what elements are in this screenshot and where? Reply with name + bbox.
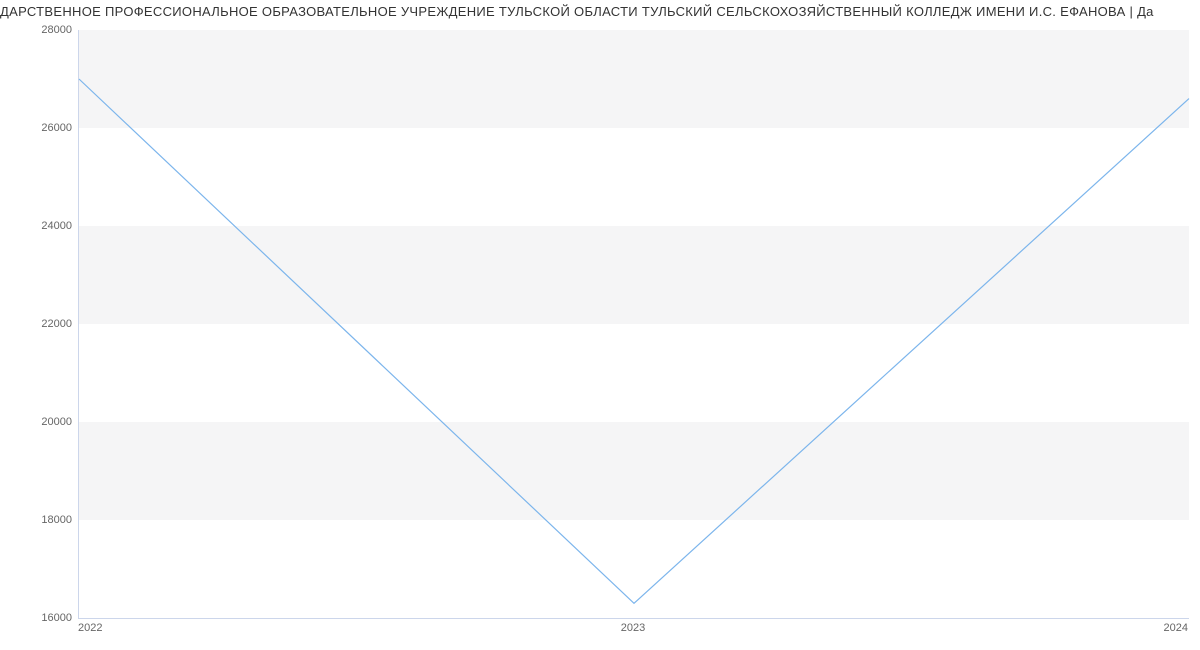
y-tick-label: 28000 (12, 24, 72, 36)
line-series (79, 30, 1189, 618)
x-tick-label: 2024 (1164, 622, 1188, 634)
y-tick-label: 18000 (12, 514, 72, 526)
plot-area (78, 30, 1189, 619)
y-tick-label: 26000 (12, 122, 72, 134)
y-tick-label: 22000 (12, 318, 72, 330)
y-tick-label: 24000 (12, 220, 72, 232)
chart-title: ДАРСТВЕННОЕ ПРОФЕССИОНАЛЬНОЕ ОБРАЗОВАТЕЛ… (0, 4, 1200, 19)
x-tick-label: 2022 (78, 622, 102, 634)
x-tick-label: 2023 (621, 622, 645, 634)
y-tick-label: 16000 (12, 612, 72, 624)
y-tick-label: 20000 (12, 416, 72, 428)
